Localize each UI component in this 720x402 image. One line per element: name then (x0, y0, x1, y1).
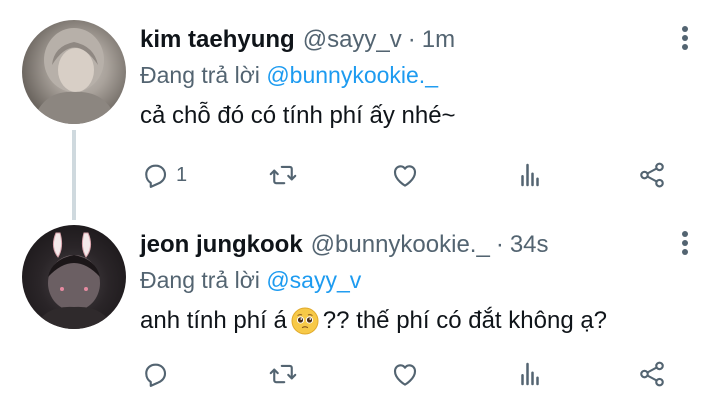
stats-button[interactable] (515, 357, 545, 391)
avatar-image (34, 232, 114, 329)
like-icon (393, 165, 417, 187)
reply-context: Đang trả lời @bunnykookie._ (140, 62, 438, 89)
reply-icon (145, 363, 167, 387)
handle[interactable]: @bunnykookie._ (311, 231, 490, 259)
reply-count: 1 (176, 163, 188, 186)
retweet-icon (269, 364, 297, 384)
more-icon (680, 26, 690, 50)
handle[interactable]: @sayy_v (303, 26, 402, 54)
tweet-header: jeon jungkook @bunnykookie._ · 34s (140, 231, 549, 261)
reply-mention[interactable]: @sayy_v (266, 267, 361, 293)
share-icon (640, 162, 664, 188)
action-bar: 1 (140, 158, 700, 192)
like-button[interactable] (390, 357, 420, 391)
share-button[interactable] (637, 158, 667, 192)
separator-dot: · (495, 231, 504, 258)
like-button[interactable] (390, 158, 420, 192)
display-name[interactable]: jeon jungkook (140, 231, 303, 259)
display-name[interactable]: kim taehyung (140, 26, 295, 54)
more-options-button[interactable] (680, 231, 690, 257)
reply-icon (145, 164, 167, 188)
share-button[interactable] (637, 357, 667, 391)
stats-icon (521, 362, 539, 386)
retweet-button[interactable] (268, 158, 298, 192)
pleading-face-emoji (291, 307, 319, 335)
reply-prefix: Đang trả lời (140, 62, 260, 88)
reply-button[interactable]: 1 (140, 158, 187, 192)
retweet-icon (269, 165, 297, 185)
tweet-text-end: ?? thế phí có đắt không ạ? (322, 307, 608, 334)
tweet-text-start: anh tính phí á (140, 307, 287, 334)
reply-button[interactable] (140, 357, 176, 391)
timestamp[interactable]: 1m (422, 26, 455, 54)
tweet-text: cả chỗ đó có tính phí ấy nhé~ (140, 102, 456, 129)
tweet[interactable]: jeon jungkook @bunnykookie._ · 34s Đang … (0, 205, 720, 402)
like-icon (393, 364, 417, 386)
tweet-header: kim taehyung @sayy_v · 1m (140, 26, 455, 56)
reply-context: Đang trả lời @sayy_v (140, 267, 361, 294)
more-icon (680, 231, 690, 255)
action-bar (140, 357, 700, 391)
separator-dot: · (407, 26, 416, 53)
avatar-image (32, 28, 118, 124)
timestamp[interactable]: 34s (510, 231, 549, 259)
retweet-button[interactable] (268, 357, 298, 391)
tweet[interactable]: kim taehyung @sayy_v · 1m Đang trả lời @… (0, 0, 720, 220)
avatar[interactable] (22, 225, 126, 329)
stats-button[interactable] (515, 158, 545, 192)
reply-mention[interactable]: @bunnykookie._ (266, 62, 438, 88)
reply-prefix: Đang trả lời (140, 267, 260, 293)
tweet-text: anh tính phí á ?? thế phí có đắt không ạ… (140, 307, 607, 335)
share-icon (640, 361, 664, 387)
stats-icon (521, 163, 539, 187)
avatar[interactable] (22, 20, 126, 124)
more-options-button[interactable] (680, 26, 690, 52)
